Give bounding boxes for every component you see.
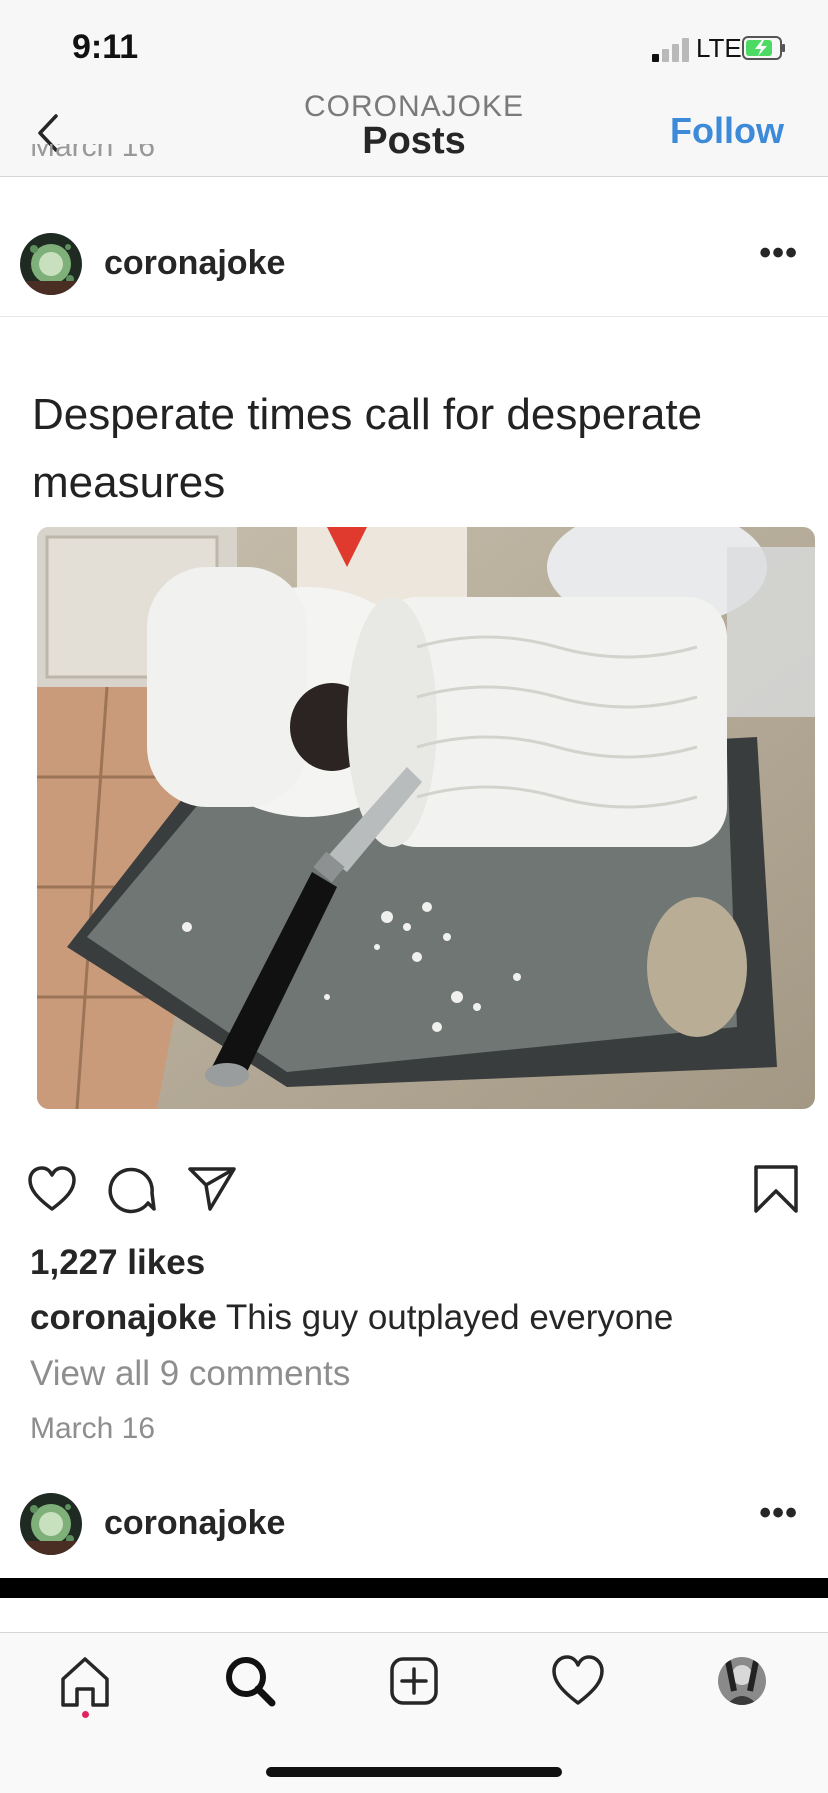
share-send-icon[interactable] (186, 1163, 238, 1215)
status-bar: 9:11 LTE (0, 0, 828, 90)
next-post-image-edge (0, 1578, 828, 1598)
activity-heart-icon[interactable] (548, 1651, 608, 1711)
home-indicator (266, 1767, 562, 1777)
meme-caption: Desperate times call for desperate measu… (32, 390, 703, 507)
search-icon[interactable] (220, 1651, 280, 1711)
like-heart-icon[interactable] (26, 1163, 78, 1215)
post-username[interactable]: coronajoke (104, 1504, 285, 1543)
signal-icon (652, 36, 692, 62)
battery-icon (742, 36, 785, 60)
bottom-tab-bar (0, 1632, 828, 1793)
avatar[interactable] (20, 1493, 82, 1555)
caption-text: This guy outplayed everyone (216, 1298, 674, 1337)
post-username[interactable]: coronajoke (104, 244, 285, 283)
post-caption: coronajoke This guy outplayed everyone (30, 1298, 673, 1338)
post-header: coronajoke ••• (0, 218, 828, 310)
avatar[interactable] (20, 233, 82, 295)
notification-dot (82, 1711, 89, 1718)
post-image[interactable]: Desperate times call for desperate measu… (0, 317, 828, 1133)
network-type: LTE (696, 33, 742, 63)
comment-bubble-icon[interactable] (106, 1163, 158, 1215)
likes-count[interactable]: 1,227 likes (30, 1243, 205, 1283)
profile-avatar[interactable] (712, 1651, 772, 1711)
more-options-icon[interactable]: ••• (759, 1494, 798, 1533)
follow-button[interactable]: Follow (670, 110, 784, 152)
previous-post-date: March 16 (30, 144, 156, 163)
post-date: March 16 (30, 1412, 156, 1445)
caption-username[interactable]: coronajoke (30, 1298, 217, 1337)
bookmark-icon[interactable] (750, 1163, 802, 1215)
meme-photo (37, 527, 815, 1109)
new-post-icon[interactable] (384, 1651, 444, 1711)
spacer (0, 1598, 828, 1632)
view-comments-link[interactable]: View all 9 comments (30, 1354, 350, 1394)
home-icon[interactable] (55, 1651, 115, 1711)
status-time: 9:11 (72, 28, 139, 66)
more-options-icon[interactable]: ••• (759, 234, 798, 273)
next-post-header: coronajoke ••• (0, 1478, 828, 1570)
